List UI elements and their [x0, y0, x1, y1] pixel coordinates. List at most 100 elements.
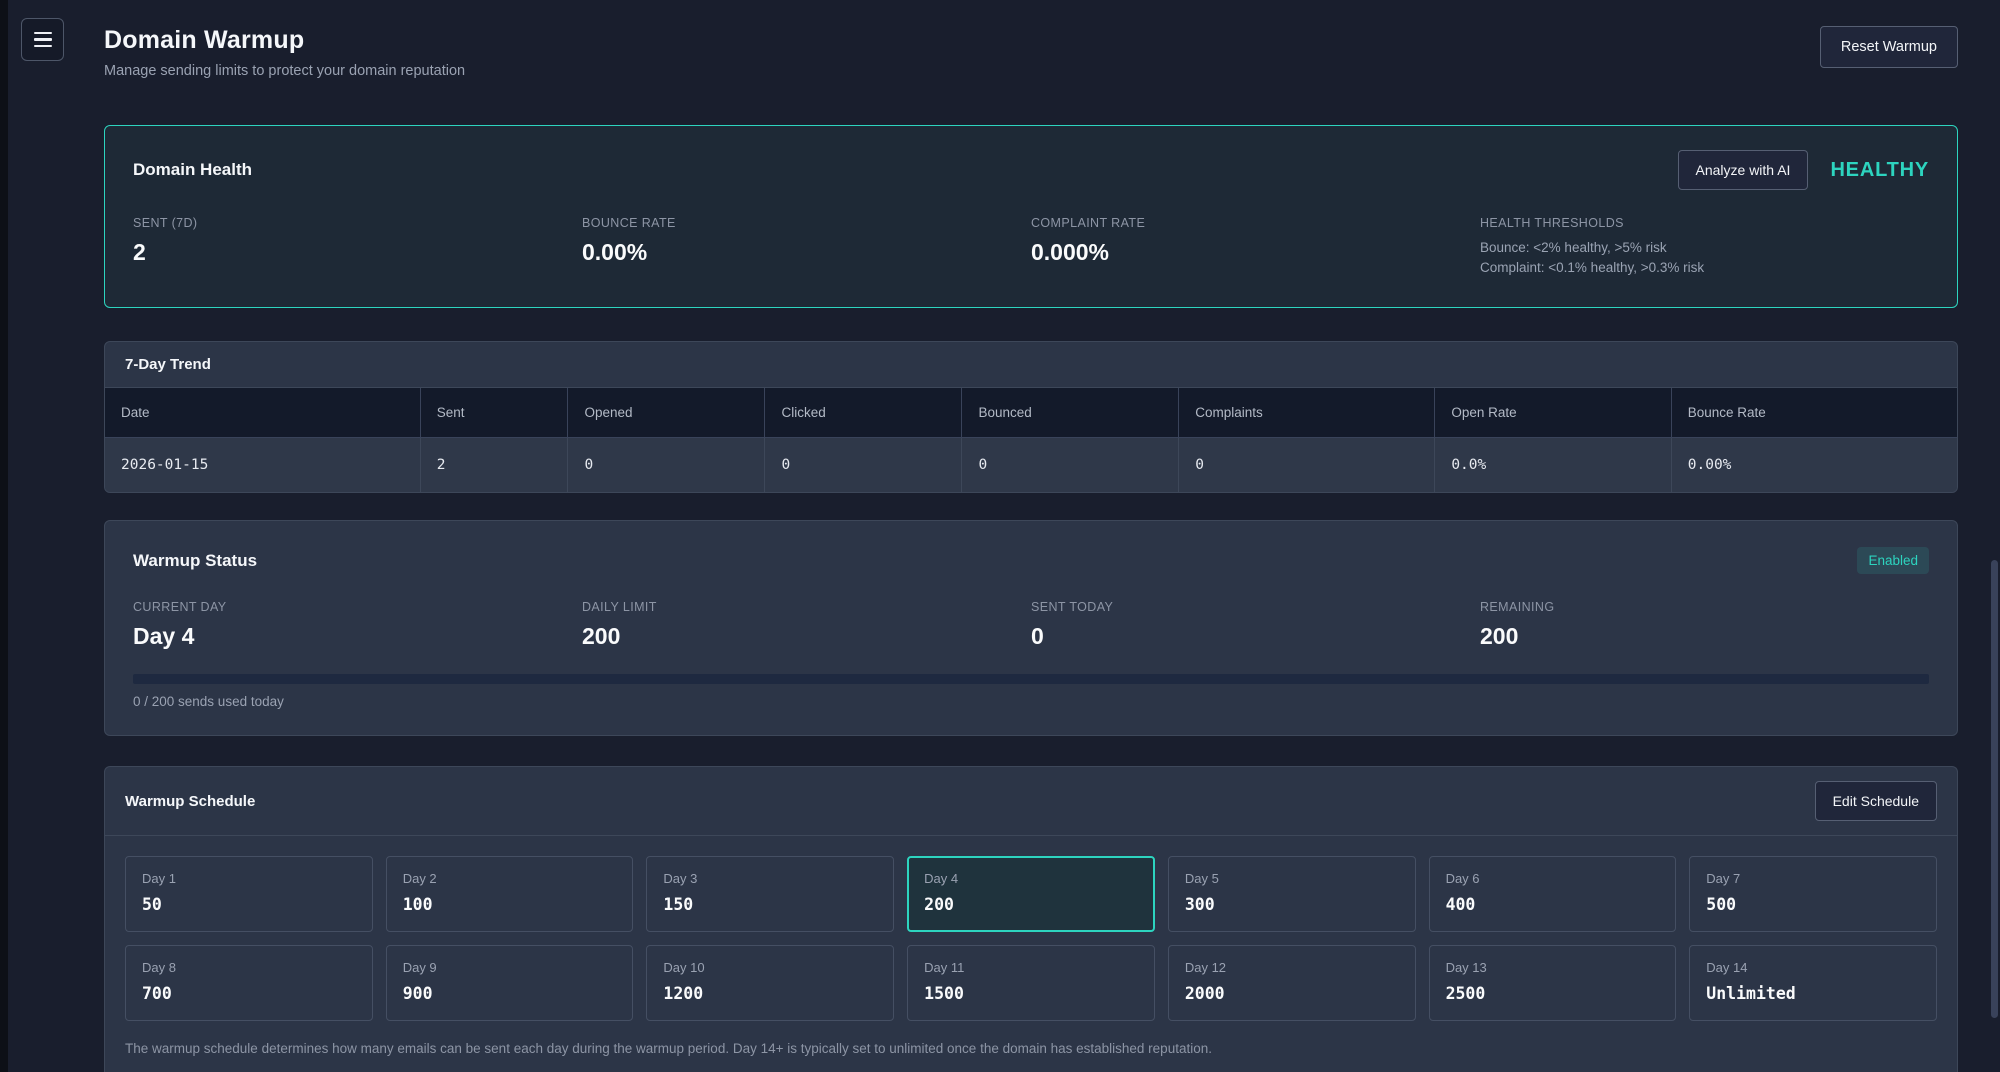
schedule-card: Warmup Schedule Edit Schedule Day 1 50 D… [104, 766, 1958, 1072]
day-label: Day 5 [1185, 871, 1399, 886]
schedule-day-cell: Day 6 400 [1429, 856, 1677, 932]
edit-schedule-button[interactable]: Edit Schedule [1815, 781, 1937, 821]
health-status-badge: HEALTHY [1830, 159, 1929, 182]
page-subtitle: Manage sending limits to protect your do… [104, 63, 465, 79]
schedule-title: Warmup Schedule [125, 793, 255, 810]
analyze-ai-button[interactable]: Analyze with AI [1678, 150, 1809, 190]
day-value: 2000 [1185, 984, 1399, 1003]
schedule-footnote: The warmup schedule determines how many … [105, 1041, 1957, 1072]
day-value: 700 [142, 984, 356, 1003]
domain-health-title: Domain Health [133, 160, 252, 180]
column-header-bounce-rate: Bounce Rate [1671, 388, 1957, 438]
progress-caption: 0 / 200 sends used today [133, 694, 1929, 709]
table-cell-bounce-rate: 0.00% [1671, 438, 1957, 493]
day-label: Day 13 [1446, 960, 1660, 975]
scrollbar[interactable] [1990, 0, 2000, 1072]
day-label: Day 11 [924, 960, 1138, 975]
day-value: Unlimited [1706, 984, 1920, 1003]
menu-button[interactable] [21, 18, 64, 61]
enabled-badge: Enabled [1857, 547, 1929, 574]
metric-label: REMAINING [1480, 600, 1929, 614]
table-row: 2026-01-15 2 0 0 0 0 0.0% 0.00% [105, 438, 1957, 493]
trend-card: 7-Day Trend Date Sent Opened Clicked Bou… [104, 341, 1958, 493]
warmup-status-title: Warmup Status [133, 551, 257, 571]
column-header-date: Date [105, 388, 420, 438]
table-cell-bounced: 0 [962, 438, 1179, 493]
schedule-day-cell: Day 2 100 [386, 856, 634, 932]
schedule-day-cell: Day 9 900 [386, 945, 634, 1021]
domain-health-card: Domain Health Analyze with AI HEALTHY SE… [104, 125, 1958, 308]
table-cell-complaints: 0 [1179, 438, 1435, 493]
column-header-bounced: Bounced [962, 388, 1179, 438]
scrollbar-thumb[interactable] [1991, 560, 1998, 1018]
day-label: Day 3 [663, 871, 877, 886]
day-value: 100 [403, 895, 617, 914]
metric-label: SENT TODAY [1031, 600, 1480, 614]
day-value: 150 [663, 895, 877, 914]
day-label: Day 7 [1706, 871, 1920, 886]
schedule-day-cell-current: Day 4 200 [907, 856, 1155, 932]
metric-value: 200 [582, 623, 1031, 650]
schedule-day-cell: Day 12 2000 [1168, 945, 1416, 1021]
threshold-line-bounce: Bounce: <2% healthy, >5% risk [1480, 238, 1929, 258]
schedule-day-cell: Day 3 150 [646, 856, 894, 932]
column-header-opened: Opened [568, 388, 765, 438]
day-value: 1200 [663, 984, 877, 1003]
metric-value: Day 4 [133, 623, 582, 650]
day-label: Day 1 [142, 871, 356, 886]
metric-label: COMPLAINT RATE [1031, 216, 1480, 230]
day-label: Day 6 [1446, 871, 1660, 886]
day-label: Day 2 [403, 871, 617, 886]
day-value: 900 [403, 984, 617, 1003]
metric-current-day: CURRENT DAY Day 4 [133, 600, 582, 650]
table-cell-sent: 2 [420, 438, 568, 493]
day-label: Day 8 [142, 960, 356, 975]
metric-value: 0 [1031, 623, 1480, 650]
metric-value: 2 [133, 239, 582, 266]
column-header-clicked: Clicked [765, 388, 962, 438]
trend-header-row: Date Sent Opened Clicked Bounced Complai… [105, 388, 1957, 438]
table-cell-open-rate: 0.0% [1435, 438, 1671, 493]
schedule-day-cell: Day 10 1200 [646, 945, 894, 1021]
metric-value: 0.00% [582, 239, 1031, 266]
metric-sent-today: SENT TODAY 0 [1031, 600, 1480, 650]
metric-sent-7d: SENT (7D) 2 [133, 216, 582, 277]
metric-label: CURRENT DAY [133, 600, 582, 614]
page-title: Domain Warmup [104, 26, 465, 55]
threshold-line-complaint: Complaint: <0.1% healthy, >0.3% risk [1480, 258, 1929, 278]
schedule-grid: Day 1 50 Day 2 100 Day 3 150 Day 4 200 D… [105, 836, 1957, 1041]
metric-daily-limit: DAILY LIMIT 200 [582, 600, 1031, 650]
schedule-day-cell: Day 1 50 [125, 856, 373, 932]
table-cell-clicked: 0 [765, 438, 962, 493]
day-value: 1500 [924, 984, 1138, 1003]
reset-warmup-button[interactable]: Reset Warmup [1820, 26, 1958, 68]
day-value: 2500 [1446, 984, 1660, 1003]
metric-bounce-rate: BOUNCE RATE 0.00% [582, 216, 1031, 277]
table-cell-date: 2026-01-15 [105, 438, 420, 493]
metric-label: DAILY LIMIT [582, 600, 1031, 614]
trend-table: Date Sent Opened Clicked Bounced Complai… [105, 388, 1957, 492]
thresholds-label: HEALTH THRESHOLDS [1480, 216, 1929, 230]
day-value: 500 [1706, 895, 1920, 914]
metric-value: 0.000% [1031, 239, 1480, 266]
trend-title: 7-Day Trend [125, 356, 211, 373]
day-label: Day 9 [403, 960, 617, 975]
hamburger-icon [34, 32, 52, 48]
metric-remaining: REMAINING 200 [1480, 600, 1929, 650]
page-header: Domain Warmup Manage sending limits to p… [104, 26, 1958, 79]
day-value: 400 [1446, 895, 1660, 914]
schedule-day-cell: Day 14 Unlimited [1689, 945, 1937, 1021]
schedule-day-cell: Day 11 1500 [907, 945, 1155, 1021]
health-thresholds: HEALTH THRESHOLDS Bounce: <2% healthy, >… [1480, 216, 1929, 277]
metric-value: 200 [1480, 623, 1929, 650]
day-label: Day 10 [663, 960, 877, 975]
day-label: Day 12 [1185, 960, 1399, 975]
day-value: 50 [142, 895, 356, 914]
column-header-sent: Sent [420, 388, 568, 438]
progress-bar [133, 674, 1929, 684]
metric-label: SENT (7D) [133, 216, 582, 230]
day-value: 300 [1185, 895, 1399, 914]
schedule-day-cell: Day 8 700 [125, 945, 373, 1021]
metric-complaint-rate: COMPLAINT RATE 0.000% [1031, 216, 1480, 277]
table-cell-opened: 0 [568, 438, 765, 493]
